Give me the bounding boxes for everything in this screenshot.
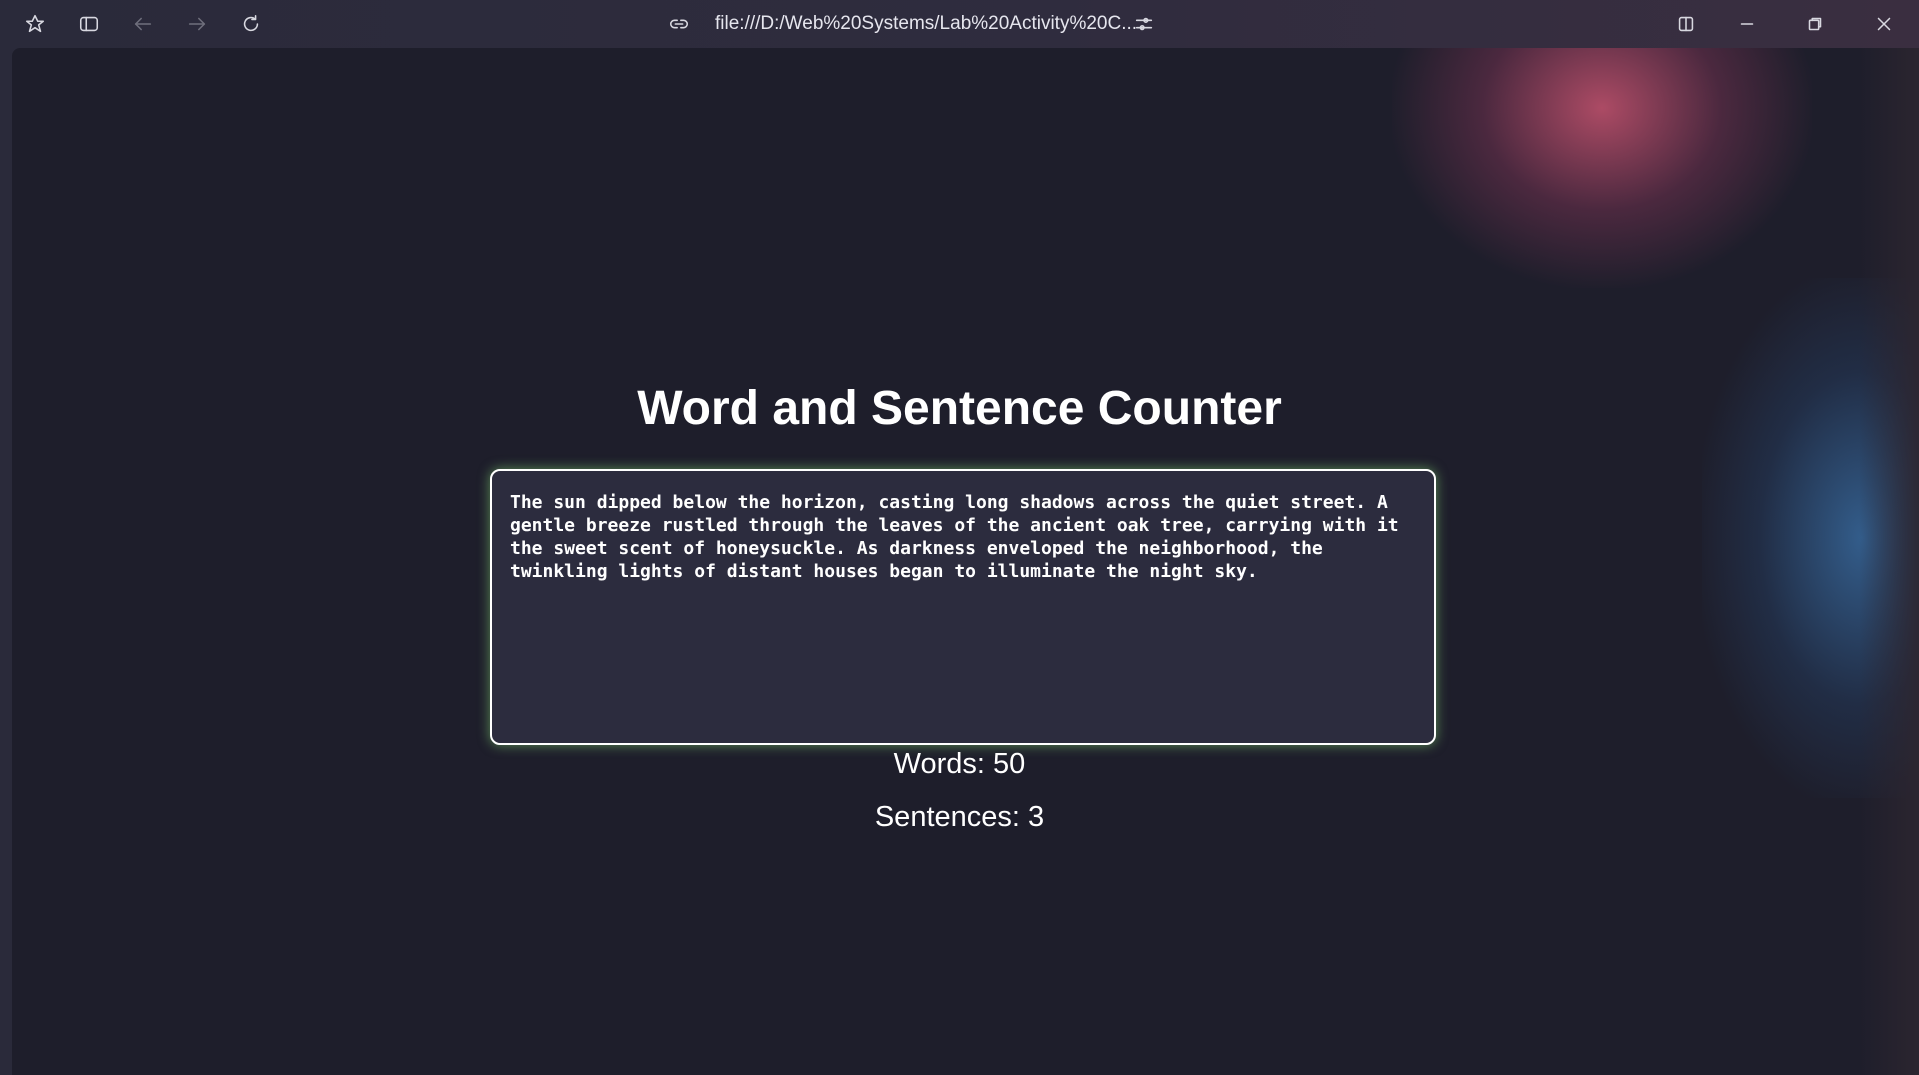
address-bar-url[interactable]: file:///D:/Web%20Systems/Lab%20Activity%… (715, 13, 1137, 35)
browser-window: file:///D:/Web%20Systems/Lab%20Activity%… (0, 0, 1919, 1075)
text-input[interactable]: The sun dipped below the horizon, castin… (490, 469, 1436, 745)
word-count: Words: 50 (893, 748, 1026, 780)
sidebar-icon[interactable] (74, 9, 104, 39)
reload-icon[interactable] (236, 9, 266, 39)
browser-toolbar: file:///D:/Web%20Systems/Lab%20Activity%… (0, 0, 1919, 48)
page-viewport: Word and Sentence Counter The sun dipped… (12, 48, 1919, 1075)
forward-icon[interactable] (182, 9, 212, 39)
minimize-icon[interactable] (1732, 9, 1762, 39)
page-content: Word and Sentence Counter The sun dipped… (12, 48, 1907, 1075)
sentence-count: Sentences: 3 (874, 801, 1045, 833)
close-icon[interactable] (1869, 9, 1899, 39)
link-icon[interactable] (664, 9, 694, 39)
back-icon[interactable] (128, 9, 158, 39)
site-settings-icon[interactable] (1129, 9, 1159, 39)
app-logo-icon[interactable] (20, 9, 50, 39)
split-view-icon[interactable] (1671, 9, 1701, 39)
restore-icon[interactable] (1800, 9, 1830, 39)
page-title: Word and Sentence Counter (637, 382, 1282, 435)
